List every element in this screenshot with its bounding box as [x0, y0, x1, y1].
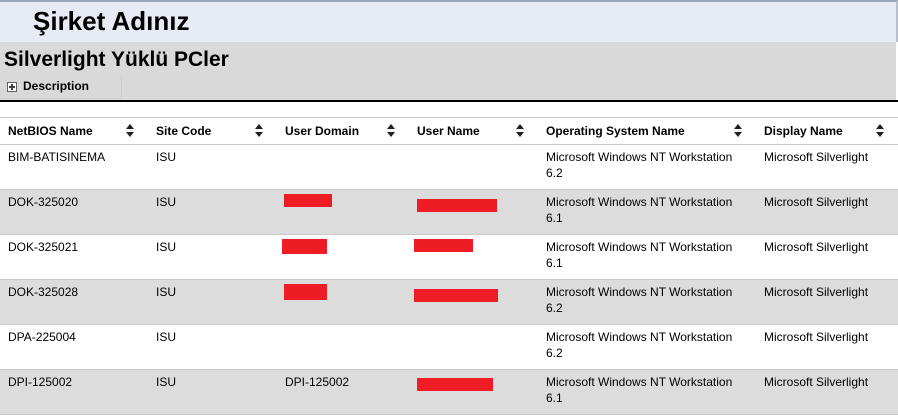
cell-user [409, 189, 538, 235]
redaction-mark [414, 289, 498, 302]
cell-display: Microsoft Silverlight [756, 144, 898, 190]
table-row: BIM-BATISINEMA ISU Microsoft Windows NT … [0, 144, 898, 190]
cell-site: ISU [148, 279, 277, 325]
results-table: NetBIOS Name Site Code User Domain User … [0, 117, 898, 415]
cell-site: ISU [148, 234, 277, 280]
cell-display: Microsoft Silverlight [756, 279, 898, 325]
cell-user [409, 234, 538, 280]
cell-site: ISU [148, 324, 277, 370]
column-header-site-code[interactable]: Site Code [148, 117, 277, 145]
cell-display: Microsoft Silverlight [756, 189, 898, 235]
cell-os: Microsoft Windows NT Workstation 6.1 [538, 369, 756, 415]
sort-icon[interactable] [255, 124, 263, 138]
cell-site: ISU [148, 369, 277, 415]
company-name: Şirket Adınız [33, 6, 190, 36]
cell-site: ISU [148, 189, 277, 235]
description-toggle[interactable]: Description [0, 76, 122, 99]
cell-domain [277, 234, 409, 280]
cell-netbios: DPA-225004 [0, 324, 148, 370]
cell-os: Microsoft Windows NT Workstation 6.2 [538, 279, 756, 325]
cell-netbios: DOK-325021 [0, 234, 148, 280]
column-header-display-name[interactable]: Display Name [756, 117, 898, 145]
redaction-mark [414, 239, 473, 252]
description-label: Description [23, 79, 90, 93]
column-header-os-name[interactable]: Operating System Name [538, 117, 756, 145]
redaction-mark [417, 378, 493, 391]
cell-domain [277, 279, 409, 325]
cell-user [409, 324, 538, 370]
cell-display: Microsoft Silverlight [756, 324, 898, 370]
cell-user [409, 369, 538, 415]
company-header: Şirket Adınız [0, 0, 898, 42]
column-header-user-name[interactable]: User Name [409, 117, 538, 145]
cell-domain [277, 189, 409, 235]
cell-os: Microsoft Windows NT Workstation 6.1 [538, 234, 756, 280]
cell-os: Microsoft Windows NT Workstation 6.2 [538, 324, 756, 370]
cell-display: Microsoft Silverlight [756, 234, 898, 280]
cell-netbios: DOK-325028 [0, 279, 148, 325]
cell-netbios: DPI-125002 [0, 369, 148, 415]
table-row: DPI-125002 ISU DPI-125002 Microsoft Wind… [0, 369, 898, 415]
cell-domain [277, 144, 409, 190]
table-header-row: NetBIOS Name Site Code User Domain User … [0, 117, 898, 145]
cell-domain [277, 324, 409, 370]
cell-netbios: DOK-325020 [0, 189, 148, 235]
redaction-mark [282, 239, 327, 254]
redaction-mark [284, 194, 332, 207]
cell-netbios: BIM-BATISINEMA [0, 144, 148, 190]
sort-icon[interactable] [876, 124, 884, 138]
redaction-mark [417, 199, 497, 212]
report-header: Silverlight Yüklü PCler Description [0, 42, 896, 100]
sort-icon[interactable] [387, 124, 395, 138]
expand-plus-icon[interactable] [7, 82, 17, 92]
sort-icon[interactable] [734, 124, 742, 138]
redaction-mark [284, 284, 327, 300]
report-title: Silverlight Yüklü PCler [4, 48, 229, 71]
cell-display: Microsoft Silverlight [756, 369, 898, 415]
column-header-netbios-name[interactable]: NetBIOS Name [0, 117, 148, 145]
cell-user [409, 279, 538, 325]
table-row: DOK-325028 ISU Microsoft Windows NT Work… [0, 279, 898, 325]
cell-os: Microsoft Windows NT Workstation 6.2 [538, 144, 756, 190]
cell-site: ISU [148, 144, 277, 190]
sort-icon[interactable] [516, 124, 524, 138]
column-header-user-domain[interactable]: User Domain [277, 117, 409, 145]
sort-icon[interactable] [126, 124, 134, 138]
cell-os: Microsoft Windows NT Workstation 6.1 [538, 189, 756, 235]
table-row: DPA-225004 ISU Microsoft Windows NT Work… [0, 324, 898, 370]
table-row: DOK-325021 ISU Microsoft Windows NT Work… [0, 234, 898, 280]
header-divider [0, 100, 898, 102]
table-row: DOK-325020 ISU Microsoft Windows NT Work… [0, 189, 898, 235]
cell-user [409, 144, 538, 190]
cell-domain: DPI-125002 [277, 369, 409, 415]
